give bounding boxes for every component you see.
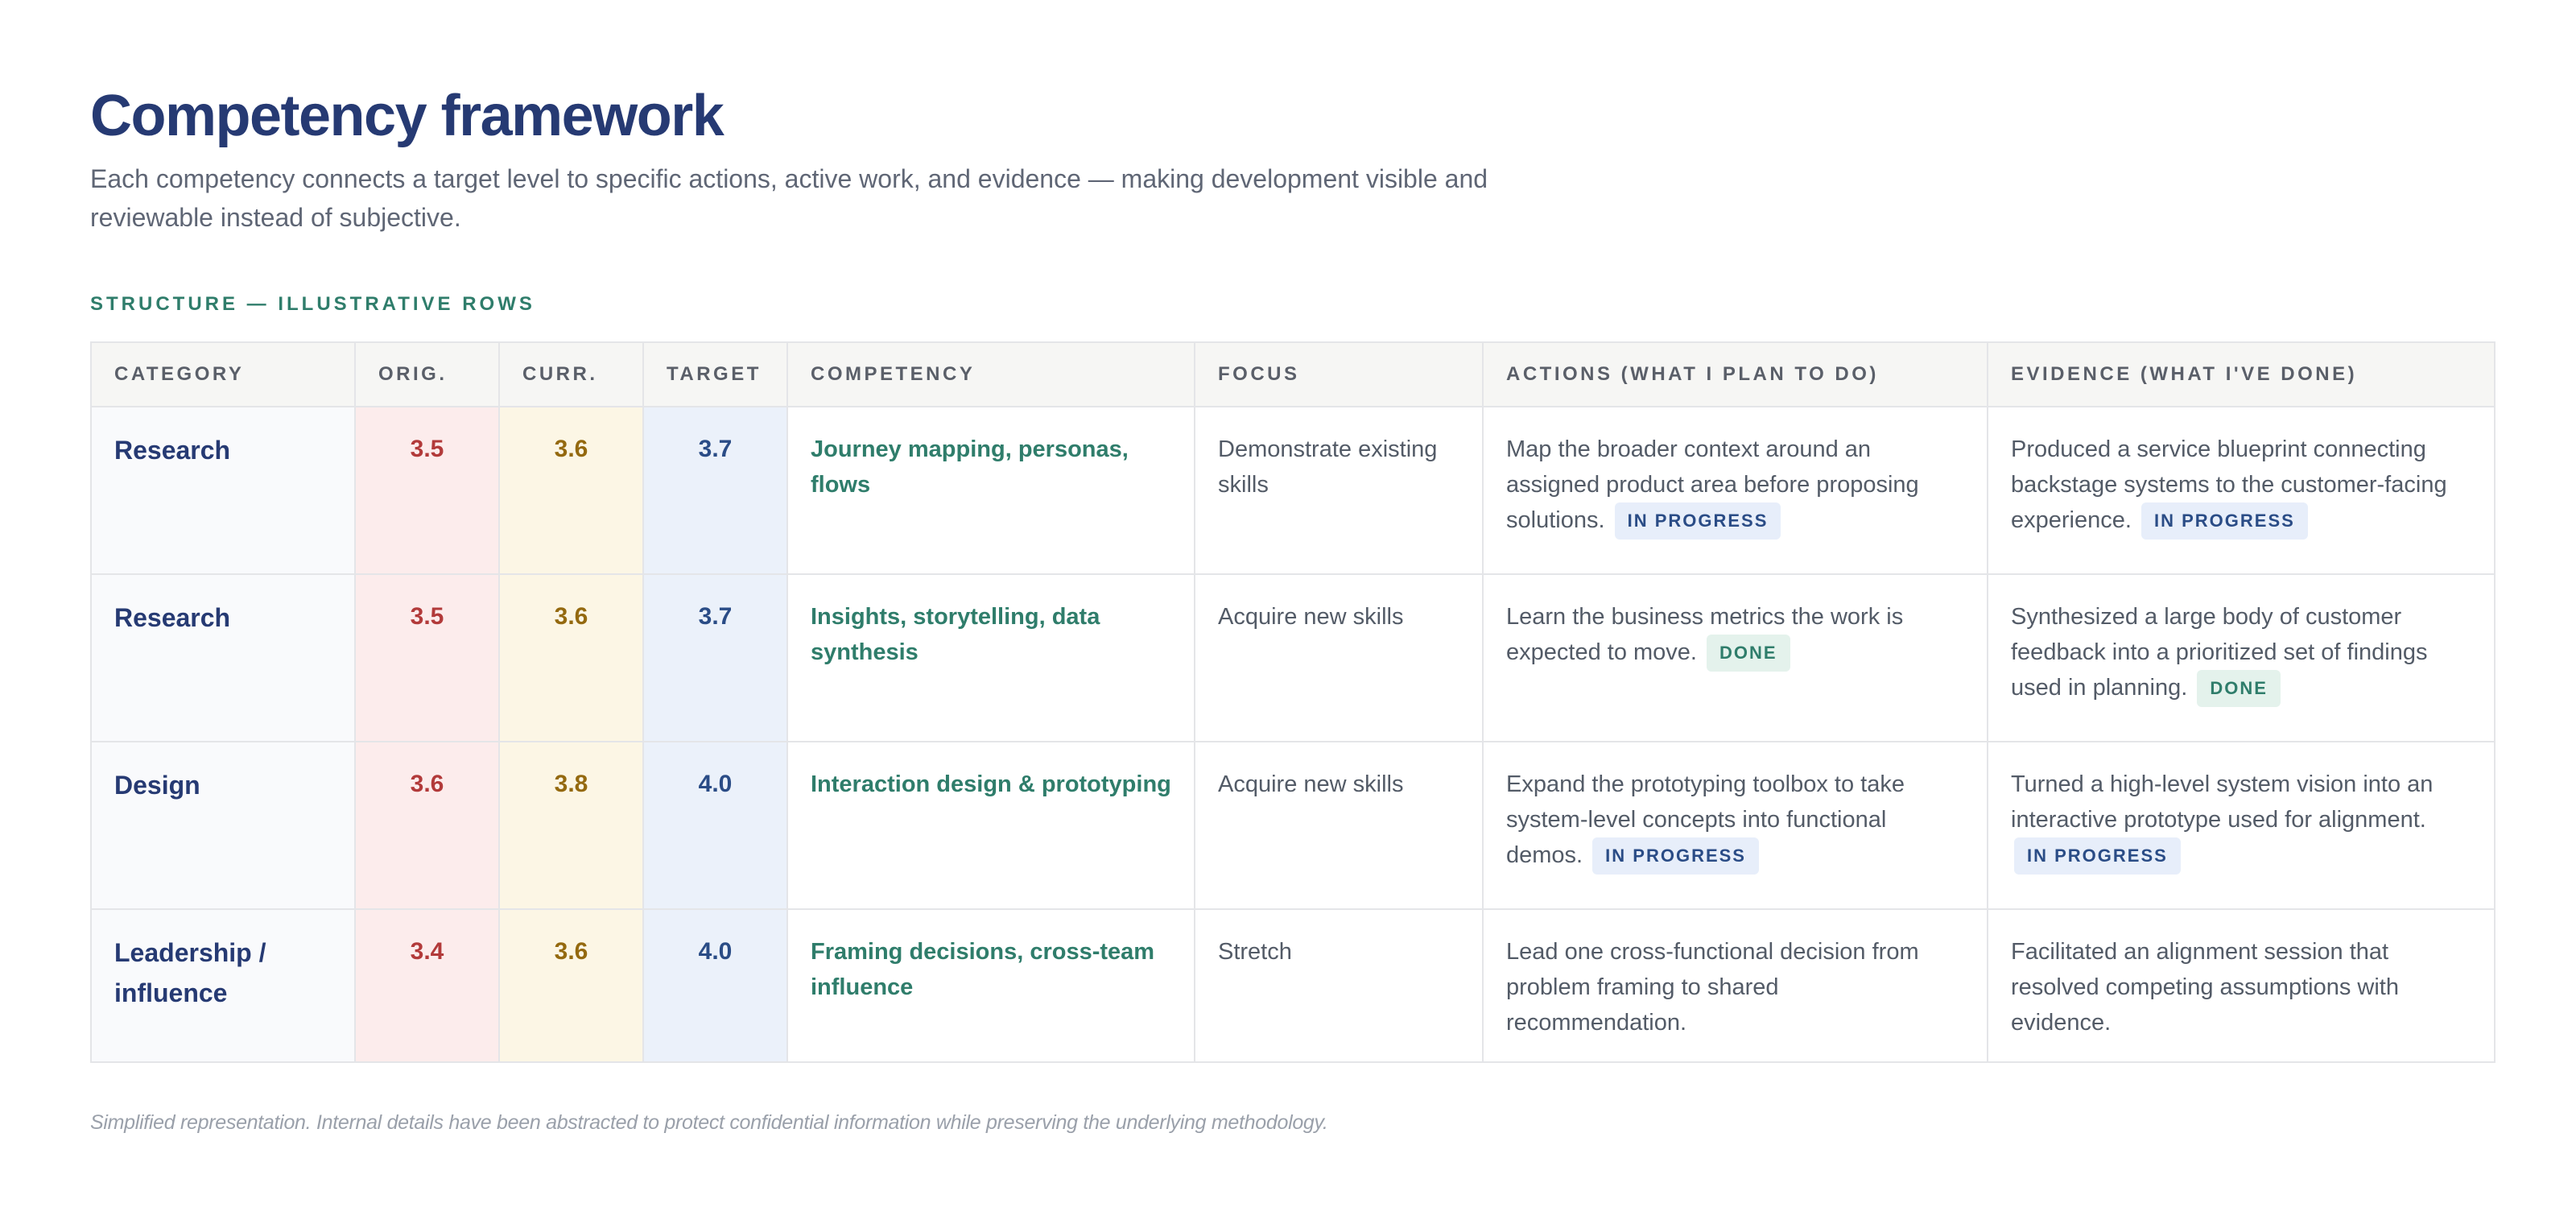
evidence-cell: Produced a service blueprint connecting … — [1987, 406, 2496, 575]
column-header-category: CATEGORY — [90, 341, 356, 407]
competency-cell: Framing decisions, cross-team influence — [786, 908, 1195, 1063]
evidence-cell: Synthesized a large body of customer fee… — [1987, 573, 2496, 742]
actions-cell: Map the broader context around an assign… — [1482, 406, 1988, 575]
status-badge: IN PROGRESS — [1614, 502, 1781, 540]
section-label: STRUCTURE — ILLUSTRATIVE ROWS — [90, 293, 535, 315]
focus-cell: Demonstrate existing skills — [1194, 406, 1484, 575]
actions-cell: Expand the prototyping toolbox to take s… — [1482, 741, 1988, 910]
orig-level-cell: 3.5 — [354, 406, 500, 575]
actions-cell: Lead one cross-functional decision from … — [1482, 908, 1988, 1063]
category-cell: Research — [90, 406, 356, 575]
target-level-cell: 3.7 — [642, 406, 788, 575]
target-level-cell: 4.0 — [642, 741, 788, 910]
table-row: Research 3.5 3.6 3.7 Journey mapping, pe… — [90, 406, 2496, 575]
curr-level-cell: 3.6 — [498, 573, 644, 742]
competency-cell: Journey mapping, personas, flows — [786, 406, 1195, 575]
competency-cell: Insights, storytelling, data synthesis — [786, 573, 1195, 742]
actions-cell: Learn the business metrics the work is e… — [1482, 573, 1988, 742]
evidence-cell: Turned a high-level system vision into a… — [1987, 741, 2496, 910]
column-header-competency: COMPETENCY — [786, 341, 1195, 407]
competency-table: CATEGORY ORIG. CURR. TARGET COMPETENCY F… — [90, 341, 2496, 1063]
category-cell: Leadership / influence — [90, 908, 356, 1063]
column-header-curr: CURR. — [498, 341, 644, 407]
table-row: Research 3.5 3.6 3.7 Insights, storytell… — [90, 573, 2496, 742]
page: Competency framework Each competency con… — [90, 81, 2496, 1135]
table-row: Design 3.6 3.8 4.0 Interaction design & … — [90, 741, 2496, 910]
curr-level-cell: 3.6 — [498, 406, 644, 575]
table-header-row: CATEGORY ORIG. CURR. TARGET COMPETENCY F… — [90, 341, 2496, 407]
status-badge: DONE — [2197, 670, 2281, 708]
column-header-focus: FOCUS — [1194, 341, 1484, 407]
column-header-target: TARGET — [642, 341, 788, 407]
status-badge: IN PROGRESS — [1592, 837, 1759, 875]
focus-cell: Stretch — [1194, 908, 1484, 1063]
focus-cell: Acquire new skills — [1194, 573, 1484, 742]
evidence-text: Turned a high-level system vision into a… — [2011, 771, 2434, 833]
column-header-actions: ACTIONS (WHAT I PLAN TO DO) — [1482, 341, 1988, 407]
actions-text: Learn the business metrics the work is e… — [1506, 604, 1904, 665]
column-header-orig: ORIG. — [354, 341, 500, 407]
page-title: Competency framework — [90, 84, 724, 148]
target-level-cell: 4.0 — [642, 908, 788, 1063]
status-badge: DONE — [1707, 635, 1790, 672]
status-badge: IN PROGRESS — [2141, 502, 2308, 540]
page-subtitle: Each competency connects a target level … — [90, 164, 1488, 232]
footnote: Simplified representation. Internal deta… — [90, 1111, 1328, 1134]
target-level-cell: 3.7 — [642, 573, 788, 742]
category-cell: Research — [90, 573, 356, 742]
curr-level-cell: 3.6 — [498, 908, 644, 1063]
competency-cell: Interaction design & prototyping — [786, 741, 1195, 910]
curr-level-cell: 3.8 — [498, 741, 644, 910]
orig-level-cell: 3.6 — [354, 741, 500, 910]
focus-cell: Acquire new skills — [1194, 741, 1484, 910]
status-badge: IN PROGRESS — [2014, 837, 2181, 875]
orig-level-cell: 3.4 — [354, 908, 500, 1063]
evidence-cell: Facilitated an alignment session that re… — [1987, 908, 2496, 1063]
column-header-evidence: EVIDENCE (WHAT I'VE DONE) — [1987, 341, 2496, 407]
table-row: Leadership / influence 3.4 3.6 4.0 Frami… — [90, 908, 2496, 1063]
category-cell: Design — [90, 741, 356, 910]
orig-level-cell: 3.5 — [354, 573, 500, 742]
